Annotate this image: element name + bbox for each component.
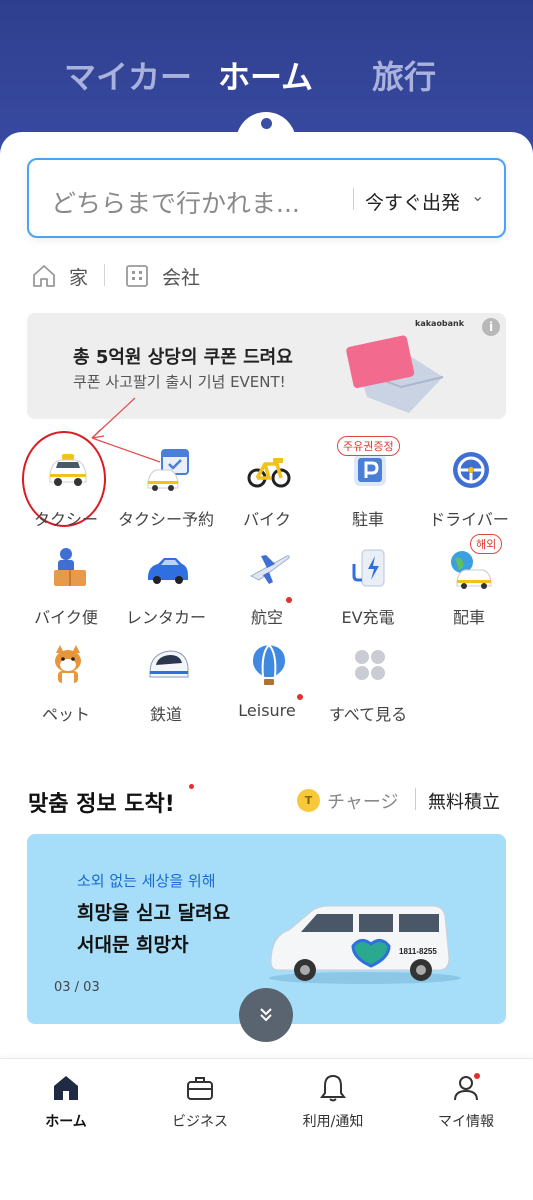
- nav-business[interactable]: ビジネス: [140, 1073, 260, 1143]
- taxi-icon: [49, 454, 87, 486]
- service-parking[interactable]: 駐車: [316, 448, 420, 538]
- taxi-reservation-icon: [147, 449, 189, 491]
- service-label: ペット: [41, 705, 90, 724]
- charge-link[interactable]: チャージ: [327, 788, 398, 814]
- recommend-divider: [415, 788, 416, 810]
- my-info-new-dot: [474, 1073, 480, 1079]
- service-taxi-reservation[interactable]: タクシー予約: [114, 448, 218, 538]
- service-ev-charging[interactable]: EV充電: [316, 546, 420, 636]
- service-label: 駐車: [351, 510, 384, 529]
- service-label: EV充電: [341, 608, 395, 627]
- service-label: バイク便: [34, 608, 98, 627]
- service-label: バイク: [243, 510, 291, 529]
- nav-notifications[interactable]: 利用/通知: [273, 1073, 393, 1143]
- train-icon: [149, 650, 189, 678]
- leisure-new-dot: [297, 694, 303, 700]
- service-label: タクシー予約: [117, 510, 214, 529]
- service-pet[interactable]: ペット: [14, 643, 118, 733]
- recommend-new-dot: [189, 784, 194, 789]
- service-view-all[interactable]: すべて見る: [316, 643, 420, 733]
- all-grid-icon: [355, 650, 385, 680]
- card-subtitle: 소외 없는 세상을 위해: [77, 872, 216, 890]
- service-global-ride[interactable]: 配車: [417, 546, 521, 636]
- bottom-nav: ホーム ビジネス 利用/通知 マイ情報: [0, 1058, 533, 1200]
- airplane-icon: [249, 555, 290, 584]
- parking-promo-badge: 주유권증정: [337, 436, 400, 456]
- recommend-title: 맞춤 정보 도착!: [28, 792, 175, 817]
- card-title-line2: 서대문 희망차: [77, 934, 189, 956]
- double-chevron-down-icon: [260, 1008, 272, 1022]
- van-illustration: 1811-8255: [269, 905, 461, 984]
- driver-icon: [453, 452, 489, 488]
- bell-icon: [320, 1074, 346, 1102]
- coin-icon: T: [297, 789, 320, 812]
- balloon-icon: [253, 644, 285, 685]
- home-icon: [54, 1076, 78, 1100]
- service-leisure[interactable]: Leisure: [215, 643, 319, 733]
- service-rental-car[interactable]: レンタカー: [114, 546, 218, 636]
- service-label: 航空: [250, 608, 283, 627]
- overseas-badge: 해외: [470, 534, 503, 554]
- service-driver[interactable]: ドライバー: [417, 448, 521, 538]
- free-saving-link[interactable]: 無料積立: [428, 788, 500, 814]
- rental-car-icon: [148, 558, 188, 584]
- van-phone: 1811-8255: [399, 947, 437, 956]
- service-label: ドライバー: [429, 510, 509, 529]
- service-bike[interactable]: バイク: [215, 448, 319, 538]
- nav-home-label: ホーム: [45, 1114, 87, 1130]
- nav-my-info[interactable]: マイ情報: [406, 1073, 526, 1143]
- service-label: すべて見る: [328, 705, 408, 724]
- bike-icon: [247, 458, 291, 488]
- nav-business-label: ビジネス: [172, 1114, 228, 1130]
- bike-delivery-icon: [54, 548, 86, 586]
- ev-charger-icon: [352, 549, 385, 587]
- nav-home[interactable]: ホーム: [6, 1073, 126, 1143]
- service-bike-delivery[interactable]: バイク便: [14, 546, 118, 636]
- card-page-indicator: 03 / 03: [54, 980, 100, 995]
- pet-icon: [55, 645, 81, 683]
- service-label: タクシー: [33, 510, 98, 529]
- card-title-line1: 희망을 싣고 달려요: [77, 902, 231, 924]
- service-label: レンタカー: [125, 608, 206, 627]
- service-flight[interactable]: 航空: [215, 546, 319, 636]
- scroll-down-button[interactable]: [239, 988, 293, 1042]
- service-train[interactable]: 鉄道: [114, 643, 218, 733]
- service-label: 配車: [452, 608, 485, 627]
- briefcase-icon: [187, 1077, 213, 1100]
- service-label: 鉄道: [149, 705, 182, 724]
- nav-notifications-label: 利用/通知: [302, 1114, 364, 1130]
- service-taxi[interactable]: タクシー: [14, 448, 118, 538]
- flight-new-dot: [286, 597, 292, 603]
- nav-my-info-label: マイ情報: [438, 1114, 494, 1130]
- service-label: Leisure: [238, 701, 296, 720]
